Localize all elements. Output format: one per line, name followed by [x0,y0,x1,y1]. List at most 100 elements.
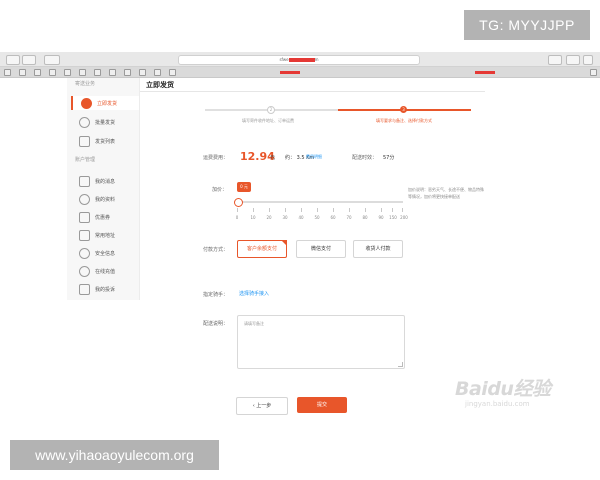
address-icon [79,229,90,241]
add-tab-icon[interactable] [590,69,597,76]
address-bar[interactable]: sfwe m [178,55,420,65]
sidebar-item-complaints[interactable]: 我的投诉 [71,282,139,296]
sidebar-item-profile[interactable]: 我的资料 [71,192,139,206]
pay-balance-button[interactable]: 客户余额支付 [237,240,287,258]
submit-button[interactable]: 提交 [297,397,347,413]
sidebar-item-label: 我的投诉 [95,286,116,293]
browser-tab-2[interactable] [440,68,530,76]
back-icon[interactable] [6,55,20,65]
add-tab-icon[interactable] [583,55,593,65]
bookmark-icon[interactable] [109,69,116,76]
top-right-tag: TG: MYYJJPP [464,10,590,40]
sidebar-item-label: 立即发货 [97,100,118,107]
resize-handle-icon[interactable] [398,362,403,367]
slider-scale-label: 50 [314,215,320,220]
sidebar-item-coupons[interactable]: 优惠券 [71,210,139,224]
sidebar-item-label: 优惠券 [95,214,111,221]
slider-scale-label: 70 [346,215,352,220]
browser-tab-1[interactable] [250,68,330,76]
tip-slider-track[interactable] [237,201,403,203]
slider-tick [365,208,366,212]
sidebar-item-label: 我的资料 [95,196,116,203]
sidebar-item-security[interactable]: 安全信息 [71,246,139,260]
tip-label: 加价： [212,187,228,193]
sidebar-item-recharge[interactable]: 在线充值 [71,264,139,278]
slider-tick [253,208,254,212]
eta-label: 配送时效： [352,155,378,161]
step-3-label: 填写要求与备注、选择付款方式 [376,118,432,123]
slider-tick [269,208,270,212]
step-3-dot: 3 [400,106,407,113]
forward-icon[interactable] [22,55,36,65]
bookmark-icon[interactable] [154,69,161,76]
prev-button-label: 上一步 [256,403,272,409]
baidu-watermark: Baidu经验 jingyan.baidu.com [455,372,573,412]
address-suffix: m [314,57,319,62]
slider-scale-label: 0 [235,215,239,220]
bookmark-icon[interactable] [169,69,176,76]
shield-icon [79,247,90,259]
bookmark-icon[interactable] [139,69,146,76]
share-icon[interactable] [548,55,562,65]
rider-label: 指定骑手： [203,292,229,298]
slider-scale-label: 20 [266,215,272,220]
profile-icon [79,193,90,205]
pay-wechat-button[interactable]: 微信支付 [296,240,346,258]
choose-rider-link[interactable]: 选择骑手接入 [239,290,269,297]
slider-tick [301,208,302,212]
tip-note: 加价说明：恶劣天气、长途不便、物品特殊等情况，加价将更快接单配送 [408,187,484,199]
bottom-left-url-tag: www.yihaoaoyulecom.org [10,440,219,470]
message-icon [79,175,90,187]
note-textarea[interactable]: 请填写备注 [237,315,405,369]
boxes-icon [79,116,90,128]
bookmark-icon[interactable] [124,69,131,76]
sidebar-item-addresses[interactable]: 常用地址 [71,228,139,242]
sidebar-item-ship-now[interactable]: 立即发货 [71,96,139,110]
slider-scale-label: 30 [282,215,288,220]
sidebar-item-label: 我的消息 [95,178,116,185]
redaction-bar [288,58,315,62]
sidebar-section-shipping: 寄送业务 [75,81,96,87]
slider-tick [333,208,334,212]
fee-unit: 元 [270,155,276,161]
divider [140,91,485,92]
sidebar-item-batch-ship[interactable]: 批量发货 [71,115,139,129]
slider-scale-label: 10 [250,215,256,220]
bookmark-icon[interactable] [64,69,71,76]
slider-scale-label: 80 [362,215,368,220]
slider-tick [402,208,403,212]
note-placeholder: 请填写备注 [244,321,264,326]
sidebar-item-ship-list[interactable]: 发货列表 [71,134,139,148]
bookmark-icon[interactable] [79,69,86,76]
sidebar-item-label: 在线充值 [95,268,116,275]
tabs-icon[interactable] [566,55,580,65]
step-2-dot: 2 [267,106,275,114]
sidebar-toggle-icon[interactable] [44,55,60,65]
truck-icon [81,97,92,109]
sidebar-item-label: 发货列表 [95,138,116,145]
address-prefix: sfwe [279,57,289,62]
tip-slider-handle[interactable] [234,198,243,207]
step-2-label: 填写寄件收件地址、订单运费 [242,118,294,123]
bookmark-icon[interactable] [4,69,11,76]
fee-detail-link[interactable]: 费用明细 [306,154,322,160]
pay-receiver-button[interactable]: 收货人付款 [353,240,403,258]
sidebar-item-label: 安全信息 [95,250,116,257]
prev-button[interactable]: ‹ 上一步 [236,397,288,415]
slider-tick [349,208,350,212]
complaint-icon [79,283,90,295]
bookmark-icon[interactable] [19,69,26,76]
sidebar-item-messages[interactable]: 我的消息 [71,174,139,188]
bookmark-icon[interactable] [94,69,101,76]
bookmarks-bar [0,67,600,78]
fee-label: 运费费用： [203,155,229,161]
eta-value: 57分 [383,155,395,161]
slider-scale-label: 40 [298,215,304,220]
slider-scale-label: 60 [330,215,336,220]
payment-label: 付款方式： [203,247,229,253]
bookmark-icon[interactable] [49,69,56,76]
bookmark-icon[interactable] [34,69,41,76]
sidebar-item-label: 批量发货 [95,119,116,126]
list-icon [79,135,90,147]
slider-tick [285,208,286,212]
